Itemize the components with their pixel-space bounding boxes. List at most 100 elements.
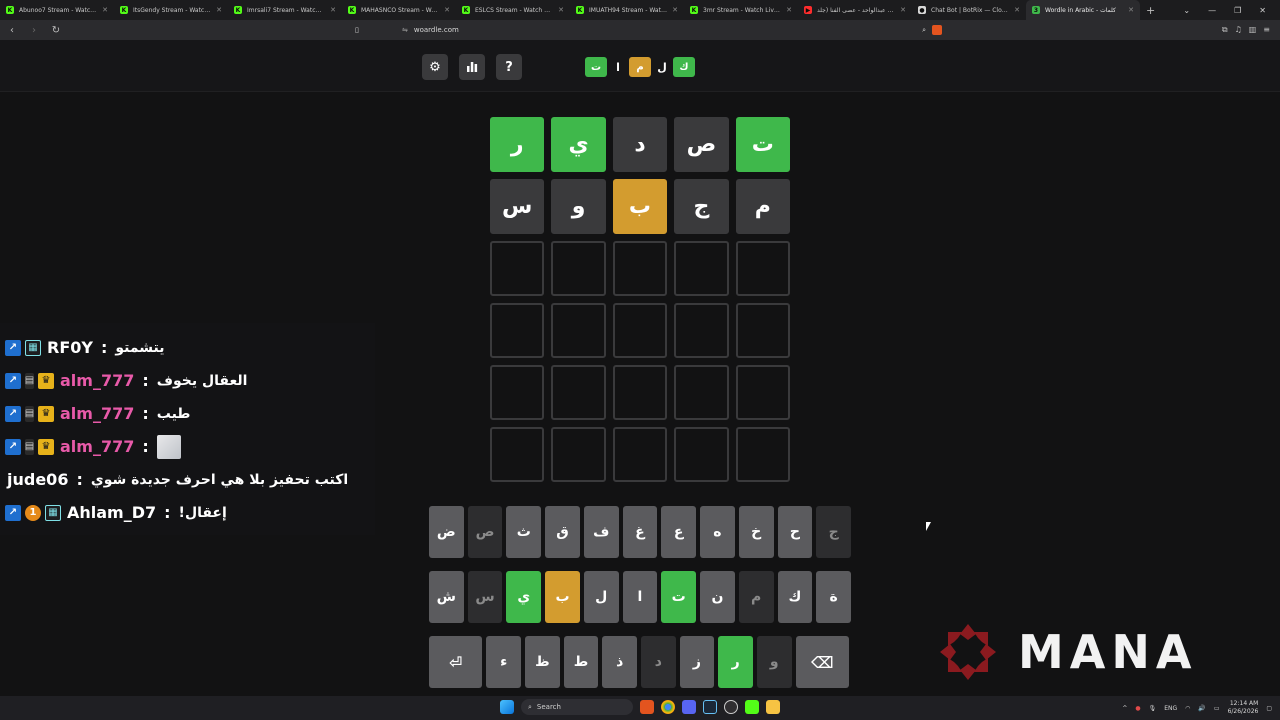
url-text[interactable]: woardle.com — [414, 26, 459, 34]
question-icon: ? — [505, 59, 513, 75]
sidebar-icon[interactable]: ▥ — [1249, 25, 1257, 35]
key[interactable]: ل — [583, 571, 619, 623]
explorer-taskbar-icon[interactable] — [766, 700, 780, 714]
key[interactable]: س — [467, 571, 503, 623]
tab-close-icon[interactable]: ✕ — [444, 6, 450, 14]
tab-close-icon[interactable]: ✕ — [216, 6, 222, 14]
steam-taskbar-icon[interactable] — [703, 700, 717, 714]
tab-close-icon[interactable]: ✕ — [558, 6, 564, 14]
browser-tab[interactable]: K MAHASNCO Stream - Watch Live ✕ — [342, 0, 456, 20]
tab-close-icon[interactable]: ✕ — [330, 6, 336, 14]
browser-tab[interactable]: K Imrsali7 Stream - Watch Live ✕ — [228, 0, 342, 20]
key[interactable]: ر — [718, 636, 753, 688]
minimize-icon[interactable]: — — [1208, 6, 1216, 15]
backspace-key[interactable]: ⌫ — [795, 636, 849, 688]
key[interactable]: ف — [583, 506, 619, 558]
chat-username[interactable]: alm_777 — [60, 371, 134, 390]
chat-username[interactable]: alm_777 — [60, 404, 134, 423]
back-icon[interactable]: ‹ — [6, 25, 18, 36]
wifi-icon[interactable]: ◠ — [1185, 705, 1190, 712]
url-field[interactable]: ▯ ⇋ woardle.com ⌕ — [355, 23, 942, 37]
clock[interactable]: 12:14 AM 6/26/2026 — [1228, 700, 1259, 716]
brave-taskbar-icon[interactable] — [640, 700, 654, 714]
battery-icon[interactable]: ▭ — [1214, 705, 1220, 712]
key[interactable]: ظ — [525, 636, 560, 688]
chrome-taskbar-icon[interactable] — [661, 700, 675, 714]
forward-icon[interactable]: › — [28, 25, 40, 36]
tab-search-icon[interactable]: ⌄ — [1183, 6, 1190, 15]
key[interactable]: ح — [777, 506, 813, 558]
zoom-icon[interactable]: ⌕ — [922, 26, 926, 35]
close-window-icon[interactable]: ✕ — [1259, 6, 1266, 15]
new-tab-button[interactable]: + — [1140, 4, 1161, 17]
bookmark-icon[interactable]: ▯ — [355, 26, 359, 34]
mic-icon[interactable]: 🎙 — [1149, 705, 1157, 712]
key[interactable]: ز — [679, 636, 715, 688]
start-icon[interactable] — [500, 700, 514, 714]
restore-icon[interactable]: ❐ — [1234, 6, 1241, 15]
key[interactable]: ج — [816, 506, 851, 558]
browser-tab[interactable]: ● Chat Bot | BotRix — Cloud Stream ✕ — [912, 0, 1026, 20]
key[interactable]: ت — [661, 571, 697, 623]
browser-tab[interactable]: ▶ فؤاد عبدالواحد - عصى الفنا (جلد... ✕ — [798, 0, 912, 20]
chat-username[interactable]: RF0Y — [47, 338, 93, 357]
reload-icon[interactable]: ↻ — [50, 25, 62, 36]
tab-close-icon[interactable]: ✕ — [1014, 6, 1020, 14]
browser-tab[interactable]: K 3mr Stream - Watch Live on Kick ✕ — [684, 0, 798, 20]
key[interactable]: م — [738, 571, 774, 623]
chat-username[interactable]: Ahlam_D7 — [67, 503, 156, 522]
key[interactable]: و — [756, 636, 792, 688]
notification-icon[interactable]: ▢ — [1266, 705, 1272, 712]
key[interactable]: خ — [738, 506, 774, 558]
key[interactable]: ء — [486, 636, 522, 688]
key[interactable]: ق — [545, 506, 580, 558]
stats-button[interactable] — [459, 54, 485, 80]
key[interactable]: ا — [622, 571, 658, 623]
tab-close-icon[interactable]: ✕ — [102, 6, 108, 14]
key[interactable]: ك — [777, 571, 813, 623]
key[interactable]: ي — [506, 571, 542, 623]
tab-close-icon[interactable]: ✕ — [786, 6, 792, 14]
key[interactable]: ص — [467, 506, 503, 558]
chat-username[interactable]: jude06 — [7, 470, 68, 489]
taskbar-search[interactable]: ⌕ Search — [521, 699, 633, 715]
tray-chevron-icon[interactable]: ^ — [1122, 705, 1127, 712]
volume-icon[interactable]: 🔊 — [1198, 705, 1205, 712]
browser-tab[interactable]: K ESLCS Stream - Watch Live on ✕ — [456, 0, 570, 20]
chat-emote-image — [156, 434, 181, 459]
obs-taskbar-icon[interactable] — [724, 700, 738, 714]
brave-shield-icon[interactable] — [932, 25, 942, 35]
key[interactable]: ش — [428, 571, 464, 623]
key[interactable]: ث — [506, 506, 542, 558]
kick-taskbar-icon[interactable] — [745, 700, 759, 714]
site-info-icon[interactable]: ⇋ — [402, 26, 408, 34]
browser-tab[interactable]: K Abunoo7 Stream - Watch Live ✕ — [0, 0, 114, 20]
key[interactable]: غ — [622, 506, 658, 558]
key[interactable]: ذ — [602, 636, 637, 688]
key[interactable]: د — [641, 636, 676, 688]
key[interactable]: ن — [700, 571, 735, 623]
key[interactable]: ع — [661, 506, 697, 558]
extensions-icon[interactable]: ⧉ — [1222, 25, 1228, 35]
key[interactable]: ض — [428, 506, 464, 558]
key[interactable]: ه — [700, 506, 735, 558]
help-button[interactable]: ? — [496, 54, 522, 80]
browser-tab[interactable]: K IMUATH94 Stream - Watch Live ✕ — [570, 0, 684, 20]
key[interactable]: ة — [816, 571, 851, 623]
browser-tab[interactable]: K ItsGendy Stream - Watch Live ✕ — [114, 0, 228, 20]
chat-username[interactable]: alm_777 — [60, 437, 134, 456]
lang-indicator[interactable]: ENG — [1164, 705, 1177, 712]
browser-tab[interactable]: 3 Wordle in Arabic - كلمات ✕ — [1026, 0, 1140, 20]
tab-close-icon[interactable]: ✕ — [900, 6, 906, 14]
menu-icon[interactable]: ≡ — [1263, 25, 1270, 35]
media-icon[interactable]: ♫ — [1235, 25, 1242, 35]
key[interactable]: ب — [545, 571, 580, 623]
tray-app-icon[interactable]: ● — [1135, 705, 1140, 712]
discord-taskbar-icon[interactable] — [682, 700, 696, 714]
tab-close-icon[interactable]: ✕ — [1128, 6, 1134, 14]
board-tile — [551, 365, 606, 420]
settings-button[interactable]: ⚙ — [422, 54, 448, 80]
tab-close-icon[interactable]: ✕ — [672, 6, 678, 14]
enter-key[interactable]: ⏎ — [429, 636, 483, 688]
key[interactable]: ط — [563, 636, 599, 688]
